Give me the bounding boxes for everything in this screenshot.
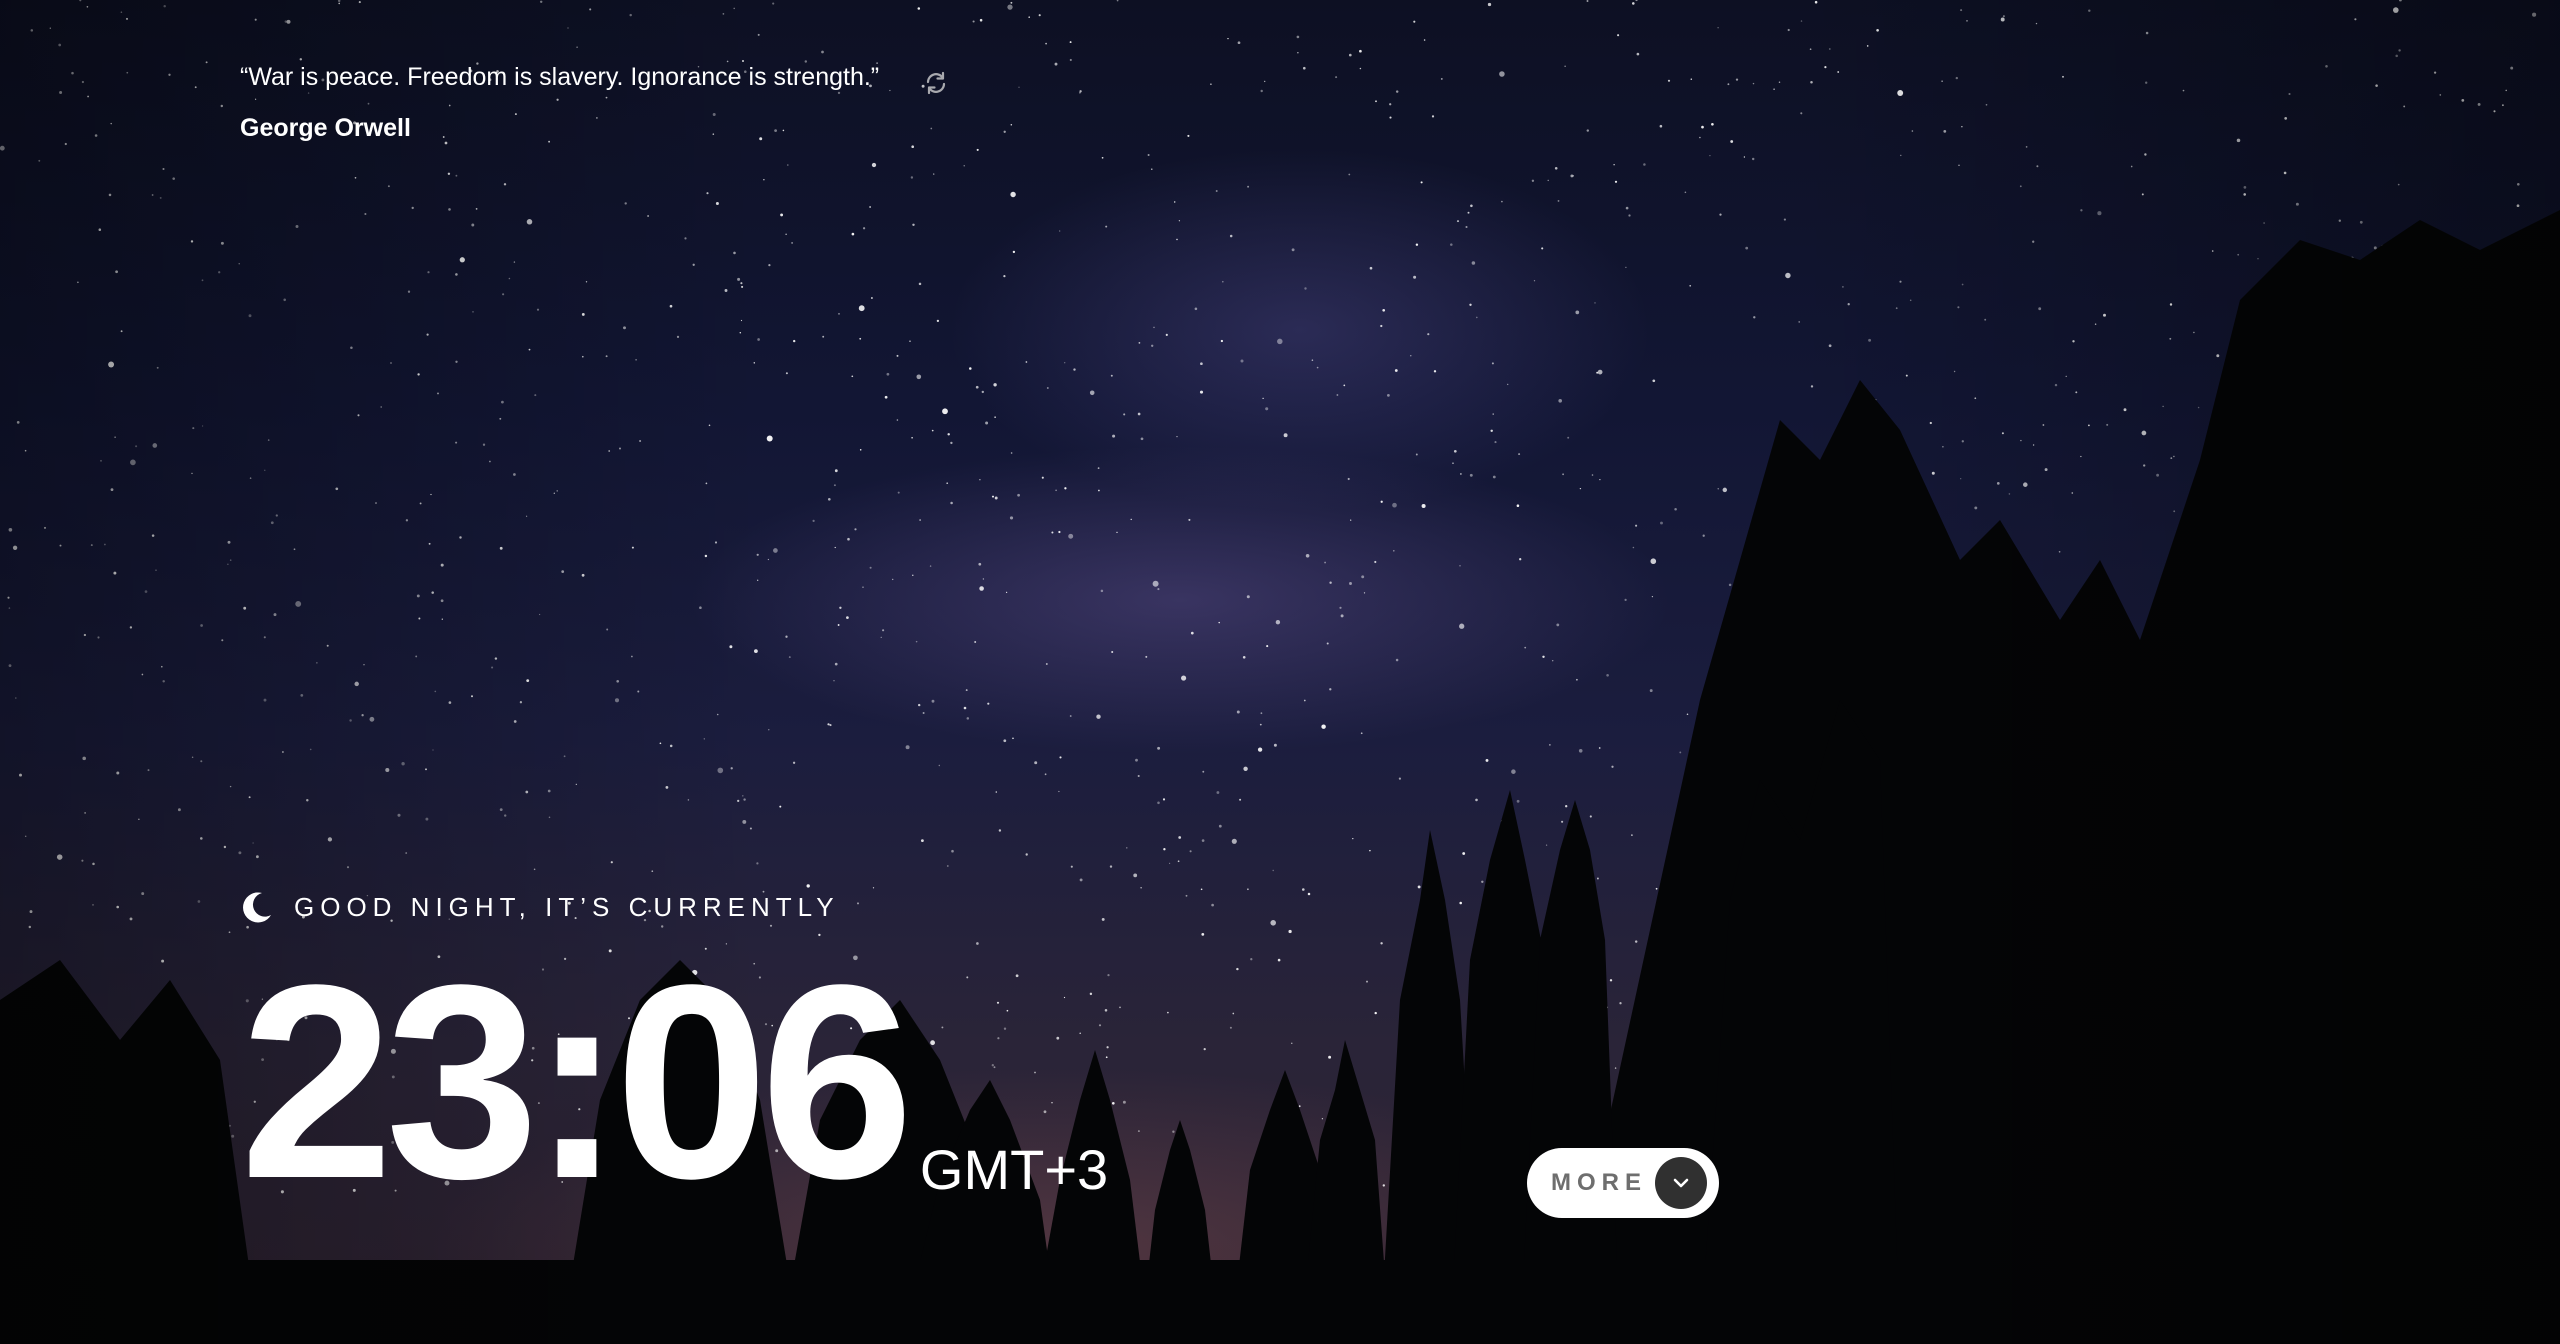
refresh-quote-button[interactable] [923,70,949,96]
time-display: 23:06 [240,928,914,1236]
moon-icon [243,892,271,923]
refresh-icon [927,71,946,95]
chevron-down-icon [1655,1157,1707,1209]
quote-author: George Orwell [240,114,411,142]
quote-section: “War is peace. Freedom is slavery. Ignor… [240,58,1020,143]
quote-text: “War is peace. Freedom is slavery. Ignor… [240,63,880,91]
greeting: GOOD NIGHT, IT’S CURRENTLY [240,890,840,924]
quote-row: “War is peace. Freedom is slavery. Ignor… [240,58,1020,96]
greeting-text: GOOD NIGHT, IT’S CURRENTLY [294,891,840,922]
more-button-label: MORE [1551,1169,1647,1196]
clock: 23:06 GMT+3 [240,928,1109,1236]
timezone-label: GMT+3 [919,1138,1109,1201]
more-button[interactable]: MORE [1527,1148,1719,1218]
